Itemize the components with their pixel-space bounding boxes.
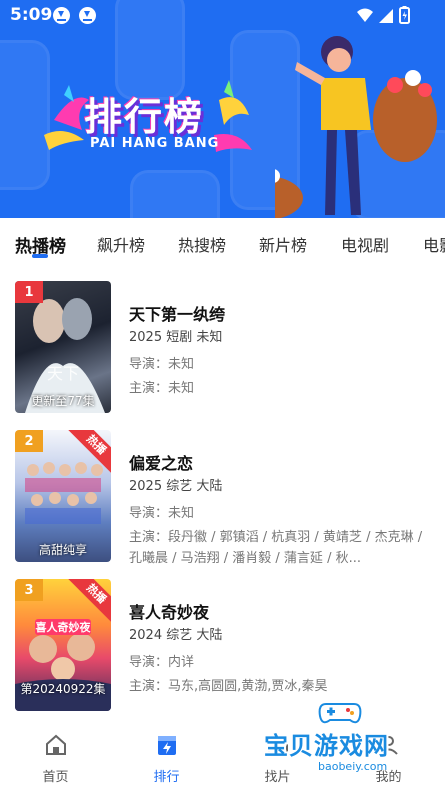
tab-rising[interactable]: 飙升榜: [97, 232, 145, 256]
nav-home[interactable]: 首页: [0, 720, 111, 791]
svg-text:喜人奇妙夜: 喜人奇妙夜: [36, 620, 92, 634]
nav-ranking[interactable]: 排行: [111, 720, 222, 791]
rank-badge: 3: [15, 579, 43, 601]
item-director: 导演：未知: [129, 506, 195, 521]
item-cast: 主演：未知: [129, 381, 195, 396]
active-tab-indicator: [32, 254, 48, 258]
rank-badge: 1: [15, 281, 43, 303]
poster-caption: 高甜纯享: [38, 543, 87, 557]
item-cast: 主演：马东,高圆圆,黄渤,贾冰,秦昊: [129, 679, 328, 694]
nav-ranking-label: 排行: [153, 770, 180, 785]
item-meta: 2025 综艺 大陆: [129, 479, 223, 494]
rank-badge: 2: [15, 430, 43, 452]
item-director: 导演：未知: [129, 357, 195, 372]
tab-hot-search[interactable]: 热搜榜: [178, 232, 226, 256]
nav-home-label: 首页: [42, 770, 69, 785]
site-watermark: 宝贝游戏网 baobeiy.com: [258, 700, 438, 780]
ranking-item[interactable]: 喜人奇妙夜 3 热播 第20240922集 喜人奇妙夜 2024 综艺 大陆 导…: [0, 579, 445, 714]
download-icon: [79, 7, 96, 24]
svg-text:天下: 天下: [47, 364, 79, 383]
tab-tv-series[interactable]: 电视剧: [341, 232, 389, 256]
status-time: 5:09: [10, 5, 53, 25]
tab-new[interactable]: 新片榜: [259, 232, 307, 256]
home-icon: [46, 734, 66, 755]
item-title[interactable]: 偏爱之恋: [129, 450, 193, 474]
status-icons: [357, 6, 410, 24]
ranking-icon: [158, 736, 176, 755]
banner-subtitle: PAI HANG BANG: [90, 136, 220, 151]
ranking-banner: 5:09 排行榜 PAI HANG BANG: [0, 0, 445, 218]
poster-image[interactable]: 2 热播 高甜纯享: [15, 430, 111, 562]
poster-caption: 更新至77集: [31, 394, 95, 408]
item-title[interactable]: 喜人奇妙夜: [129, 599, 209, 623]
gamepad-icon: [318, 703, 362, 724]
item-meta: 2025 短剧 未知: [129, 330, 223, 345]
poster-caption: 第20240922集: [20, 682, 106, 696]
item-title[interactable]: 天下第一纨绔: [129, 301, 225, 325]
download-icon: [53, 7, 70, 24]
item-director: 导演：内详: [129, 655, 195, 670]
screen: 5:09 排行榜 PAI HANG BANG 热播榜 飙升榜 热搜榜 新片榜 电…: [0, 0, 445, 791]
ranking-item[interactable]: 2 热播 高甜纯享 偏爱之恋 2025 综艺 大陆 导演：未知 主演：段丹徽 /…: [0, 430, 445, 566]
signal-icon: [379, 9, 393, 23]
tab-movie[interactable]: 电影: [423, 232, 445, 256]
item-cast: 主演：段丹徽 / 郭镇滔 / 杭真羽 / 黄靖芝 / 杰克琳 / 孔曦晨 / 马…: [129, 530, 423, 566]
person-illustration: [275, 36, 437, 218]
banner-title: 排行榜: [84, 95, 205, 139]
watermark-text: 宝贝游戏网: [264, 732, 389, 760]
wifi-icon: [357, 8, 373, 22]
poster-image[interactable]: 喜人奇妙夜 3 热播 第20240922集: [15, 579, 111, 711]
item-meta: 2024 综艺 大陆: [129, 628, 223, 643]
banner-title-art: 排行榜 PAI HANG BANG: [44, 80, 254, 160]
poster-image[interactable]: 天下 1 更新至77集: [15, 281, 111, 413]
ranking-item[interactable]: 天下 1 更新至77集 天下第一纨绔 2025 短剧 未知 导演：未知 主演：未…: [0, 281, 445, 416]
category-tabs: 热播榜 飙升榜 热搜榜 新片榜 电视剧 电影: [0, 218, 445, 266]
status-bar: 5:09: [0, 0, 445, 30]
watermark-url: baobeiy.com: [318, 760, 388, 773]
